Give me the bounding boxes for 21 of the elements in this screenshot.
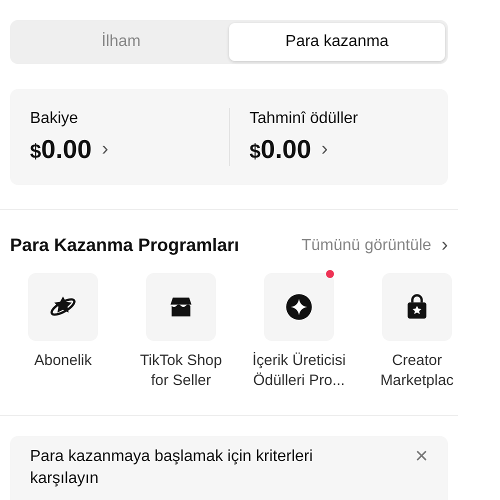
chevron-icon[interactable]: › xyxy=(321,138,328,160)
chevron-icon[interactable]: › xyxy=(441,234,448,257)
program-label: İçerik Üreticisi Ödülleri Pro... xyxy=(252,351,346,391)
amount[interactable]: $0.00 xyxy=(30,134,92,164)
balance-label: Bakiye xyxy=(30,110,80,128)
balance-label: Tahminî ödüller xyxy=(250,110,359,128)
notification-dot xyxy=(326,270,334,278)
program-tile[interactable] xyxy=(146,273,216,341)
program-label: TikTok Shop for Seller xyxy=(140,351,222,391)
view-all-link[interactable]: Tümünü görüntüle xyxy=(301,236,432,254)
section-title: Para Kazanma Programları xyxy=(10,235,240,256)
program-label: Abonelik xyxy=(34,351,92,371)
program-label: Creator Marketplac xyxy=(380,351,454,391)
tab[interactable]: Para kazanma xyxy=(229,23,445,61)
sparkle-icon xyxy=(285,293,313,321)
program-tile[interactable] xyxy=(264,273,334,341)
chevron-icon[interactable]: › xyxy=(102,138,108,160)
program-tile[interactable] xyxy=(28,273,98,341)
program-tile[interactable] xyxy=(382,273,452,341)
amount[interactable]: $0.00 xyxy=(250,134,312,164)
banner-text: Para kazanmaya başlamak için kriterleri karşılayın xyxy=(30,447,314,489)
